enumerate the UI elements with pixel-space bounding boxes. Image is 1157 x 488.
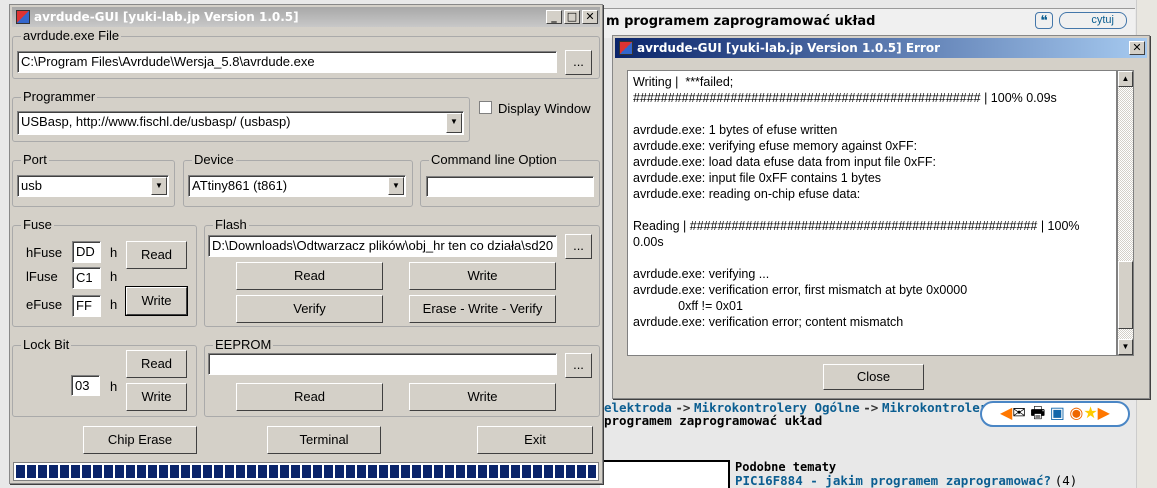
- hex-suffix: h: [110, 269, 118, 284]
- left-box: [600, 460, 730, 488]
- lock-write-button[interactable]: Write: [126, 383, 187, 411]
- fuse-write-button[interactable]: Write: [125, 286, 188, 316]
- error-log[interactable]: Writing | ***failed; ####################…: [627, 70, 1117, 356]
- mail-icon[interactable]: ✉: [1012, 405, 1025, 422]
- terminal-button[interactable]: Terminal: [267, 426, 381, 454]
- flash-path-input[interactable]: D:\Downloads\Odtwarzacz plików\obj_hr te…: [208, 235, 557, 257]
- forum-post-title: m programem zaprogramować układ: [606, 14, 876, 29]
- app-icon: [619, 41, 633, 55]
- quote-icon[interactable]: ❝: [1035, 12, 1053, 29]
- log-line: avrdude.exe: verification error; content…: [633, 315, 904, 329]
- efuse-label: eFuse: [26, 297, 63, 312]
- hfuse-label: hFuse: [26, 245, 63, 260]
- scroll-up-button[interactable]: ▲: [1118, 71, 1133, 87]
- lock-read-button[interactable]: Read: [126, 350, 187, 378]
- flash-browse-button[interactable]: ...: [565, 234, 592, 259]
- scroll-thumb[interactable]: [1118, 261, 1133, 329]
- eeprom-read-button[interactable]: Read: [236, 383, 383, 411]
- main-titlebar[interactable]: avrdude-GUI [yuki-lab.jp Version 1.0.5] …: [12, 7, 600, 27]
- prev-icon[interactable]: ◀: [1000, 405, 1012, 422]
- lfuse-input[interactable]: C1: [72, 267, 101, 289]
- log-line: 0xff != 0x01: [633, 299, 743, 313]
- error-close-dialog-button[interactable]: Close: [823, 364, 924, 390]
- erase-write-verify-button[interactable]: Erase - Write - Verify: [409, 295, 556, 323]
- next-icon[interactable]: ▶: [1098, 405, 1110, 422]
- hfuse-input[interactable]: DD: [72, 241, 101, 263]
- log-line: Reading | ##############################…: [633, 219, 1080, 233]
- log-line: avrdude.exe: input file 0xFF contains 1 …: [633, 171, 882, 185]
- topic-toolbar: ◀✉ 🖶 ▣ ◉★▶: [980, 401, 1130, 427]
- log-scrollbar[interactable]: ▲ ▼: [1117, 70, 1134, 356]
- flash-read-button[interactable]: Read: [236, 262, 383, 290]
- log-line: avrdude.exe: verifying efuse memory agai…: [633, 139, 918, 153]
- print-icon[interactable]: 🖶: [1030, 405, 1045, 422]
- minimize-button[interactable]: _: [546, 10, 562, 24]
- log-line: 0.00s: [633, 235, 664, 249]
- error-titlebar[interactable]: avrdude-GUI [yuki-lab.jp Version 1.0.5] …: [615, 38, 1147, 58]
- cmd-input[interactable]: [426, 176, 594, 197]
- hex-suffix: h: [110, 245, 118, 260]
- lockbit-input[interactable]: 03: [71, 375, 100, 396]
- log-line: avrdude.exe: verification error, first m…: [633, 283, 968, 297]
- log-line: avrdude.exe: reading on-chip efuse data:: [633, 187, 861, 201]
- chevron-down-icon[interactable]: ▼: [446, 113, 462, 133]
- scroll-down-button[interactable]: ▼: [1118, 339, 1133, 355]
- log-line: avrdude.exe: 1 bytes of efuse written: [633, 123, 838, 137]
- flash-write-button[interactable]: Write: [409, 262, 556, 290]
- hex-suffix: h: [110, 297, 118, 312]
- exe-path-input[interactable]: C:\Program Files\Avrdude\Wersja_5.8\avrd…: [17, 51, 557, 73]
- eeprom-path-input[interactable]: [208, 353, 557, 375]
- app-icon: [16, 10, 30, 24]
- log-line: Writing | ***failed;: [633, 75, 734, 89]
- flash-verify-button[interactable]: Verify: [236, 295, 383, 323]
- maximize-button[interactable]: □: [564, 10, 580, 24]
- port-select[interactable]: usb ▼: [17, 175, 169, 197]
- save-icon[interactable]: ▣: [1050, 405, 1065, 422]
- chevron-down-icon[interactable]: ▼: [388, 177, 404, 195]
- display-window-label: Display Window: [498, 101, 591, 116]
- log-line: avrdude.exe: verifying ...: [633, 267, 770, 281]
- star-icon[interactable]: ★: [1083, 405, 1097, 422]
- close-button[interactable]: ✕: [582, 10, 598, 24]
- eeprom-browse-button[interactable]: ...: [565, 353, 592, 378]
- log-line: ########################################…: [633, 91, 1057, 105]
- watch-icon[interactable]: ◉: [1069, 405, 1083, 422]
- log-line: avrdude.exe: load data efuse data from i…: [633, 155, 936, 169]
- breadcrumb-link[interactable]: Mikrokontrolery: [882, 400, 995, 415]
- error-close-button[interactable]: ✕: [1129, 41, 1145, 55]
- quote-button[interactable]: cytuj: [1059, 12, 1127, 29]
- eeprom-write-button[interactable]: Write: [409, 383, 556, 411]
- progress-bar: [13, 462, 599, 481]
- similar-link[interactable]: PIC16F884 - jakim programem zaprogramowa…: [735, 473, 1051, 488]
- progress-fill: [16, 465, 596, 478]
- exe-browse-button[interactable]: ...: [565, 50, 592, 75]
- topic-title: programem zaprogramować układ: [604, 413, 823, 428]
- hex-suffix: h: [110, 379, 118, 394]
- lfuse-label: lFuse: [26, 269, 58, 284]
- chevron-down-icon[interactable]: ▼: [151, 177, 167, 195]
- similar-heading: Podobne tematy: [735, 460, 837, 474]
- programmer-select[interactable]: USBasp, http://www.fischl.de/usbasp/ (us…: [17, 111, 464, 135]
- fuse-read-button[interactable]: Read: [126, 241, 187, 269]
- exit-button[interactable]: Exit: [477, 426, 593, 454]
- efuse-input[interactable]: FF: [72, 295, 101, 317]
- display-window-checkbox[interactable]: [479, 101, 492, 114]
- device-select[interactable]: ATtiny861 (t861) ▼: [188, 175, 406, 197]
- chip-erase-button[interactable]: Chip Erase: [83, 426, 197, 454]
